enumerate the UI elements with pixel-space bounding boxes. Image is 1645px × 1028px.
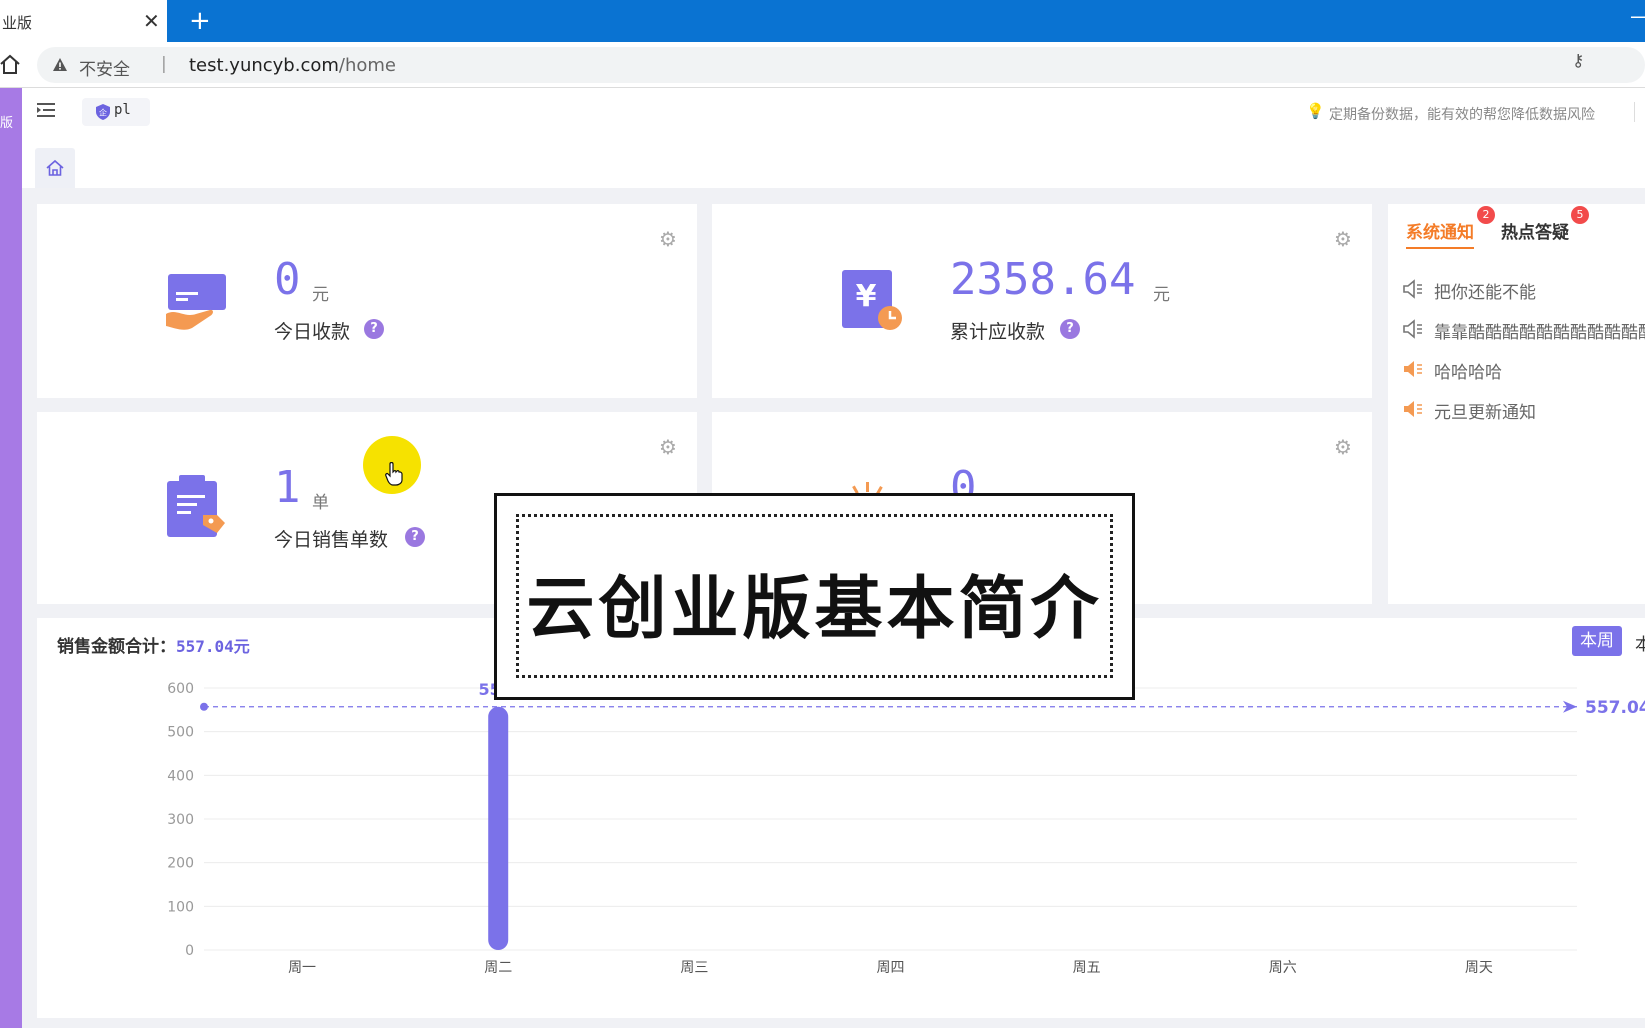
notice-count-badge: 2 [1477,206,1495,224]
bulb-icon: 💡 [1306,102,1325,120]
x-tick-label: 周五 [1073,960,1101,976]
address-bar: 不安全 | test.yuncyb.com/home ⚷ [0,42,1645,88]
y-tick-label: 400 [167,768,194,784]
url-path: /home [338,55,396,76]
notice-item[interactable]: 靠靠酷酷酷酷酷酷酷酷酷酷酷 [1402,316,1645,343]
stat-label: 今日收款 [274,321,351,343]
browser-tab[interactable]: 业版 ✕ [0,0,167,42]
wallet-hand-icon [166,274,226,330]
y-tick-label: 600 [167,681,194,697]
top-nav: 企 pl 💡 定期备份数据，能有效的帮您降低数据风险 [22,88,1645,138]
sales-total-label: 销售金额合计：557.04元 [57,632,250,657]
speaker-filled-icon [1404,401,1422,417]
tab-system-notice[interactable]: 系统通知 [1406,218,1474,249]
qa-count-badge: 5 [1571,206,1589,224]
key-icon[interactable]: ⚷ [1572,51,1584,71]
notice-item[interactable]: 哈哈哈哈 [1402,356,1645,383]
sidebar-label[interactable]: 版 [0,112,13,131]
warning-icon[interactable] [52,57,68,73]
speaker-outline-icon [1403,279,1422,299]
sidebar: 版 [0,88,22,1028]
company-name: pl [114,102,131,118]
caption-dotted-frame: 云创业版基本简介 [516,514,1113,678]
notice-text: 哈哈哈哈 [1434,363,1502,383]
y-tick-label: 0 [185,943,194,959]
stat-unit: 元 [1153,285,1170,305]
stat-value: 2358.64 [950,254,1136,305]
notice-item[interactable]: 元旦更新通知 [1402,396,1645,423]
speaker-outline-icon [1403,319,1422,339]
notice-panel: 系统通知 2 热点答疑 5 把你还能不能 靠靠酷酷酷酷酷酷酷酷酷酷酷 哈哈哈哈 … [1388,204,1645,604]
period-this-week-button[interactable]: 本周 [1572,626,1622,656]
yen-clock-icon: ¥ [842,270,902,330]
url-text[interactable]: test.yuncyb.com/home [189,55,396,76]
y-tick-label: 500 [167,725,194,741]
home-icon[interactable] [0,53,20,75]
clipboard-tag-icon [167,475,225,537]
period-next-button[interactable]: 本 [1635,630,1645,655]
help-icon[interactable]: ? [364,319,384,339]
stat-unit: 单 [312,493,329,513]
stat-card-receivable: ⚙ ¥ 2358.64 元 累计应收款 ? [712,204,1372,398]
speaker-filled-icon [1404,361,1422,377]
company-chip[interactable]: 企 pl [82,98,150,126]
tab-close-icon[interactable]: ✕ [143,9,160,33]
stat-label: 累计应收款 [950,321,1046,343]
help-icon[interactable]: ? [405,527,425,547]
minimize-button[interactable]: — [1630,4,1645,28]
page-tabs [22,138,1645,188]
y-tick-label: 300 [167,812,194,828]
y-tick-label: 200 [167,856,194,872]
tab-title: 业版 [2,14,33,32]
bar [488,706,509,950]
hand-cursor-icon [385,462,403,486]
gear-icon[interactable]: ⚙ [1332,228,1354,250]
menu-fold-icon[interactable] [37,102,55,118]
sales-total-value: 557.04元 [176,637,250,656]
sales-title: 销售金额合计： [57,637,176,657]
x-tick-label: 周六 [1269,960,1297,976]
url-field[interactable]: 不安全 | test.yuncyb.com/home [37,47,1645,83]
backup-tip: 定期备份数据，能有效的帮您降低数据风险 [1329,107,1595,123]
gear-icon[interactable]: ⚙ [657,228,679,250]
x-tick-label: 周三 [680,960,708,976]
markline-start [200,702,208,711]
x-tick-label: 周一 [288,960,316,976]
stat-value: 0 [274,254,301,305]
notice-text: 元旦更新通知 [1434,403,1536,423]
video-caption-box: 云创业版基本简介 [494,493,1135,700]
gear-icon[interactable]: ⚙ [1332,436,1354,458]
insecure-label[interactable]: 不安全 [79,55,130,80]
tab-hot-qa[interactable]: 热点答疑 [1501,218,1569,243]
help-icon[interactable]: ? [1060,319,1080,339]
y-tick-label: 100 [167,899,194,915]
notice-item[interactable]: 把你还能不能 [1402,276,1645,303]
gear-icon[interactable]: ⚙ [657,436,679,458]
url-separator: | [161,54,167,74]
nav-divider [1634,102,1635,122]
stat-unit: 元 [312,285,329,305]
x-tick-label: 周天 [1465,960,1493,976]
svg-text:¥: ¥ [856,279,877,314]
company-shield-icon: 企 [96,104,110,120]
url-host: test.yuncyb.com [189,55,339,76]
notice-text: 把你还能不能 [1434,283,1536,303]
caption-text: 云创业版基本简介 [526,570,1103,649]
markline-label: 557.04 元 [1585,698,1645,718]
x-tick-label: 周四 [877,960,905,976]
stat-label: 今日销售单数 [274,529,389,551]
new-tab-button[interactable]: + [189,6,211,36]
browser-tabbar: 业版 ✕ + — [0,0,1645,42]
svg-text:企: 企 [99,108,107,118]
tab-home[interactable] [35,148,75,188]
x-tick-label: 周二 [484,960,512,976]
stat-value: 1 [274,462,301,513]
notice-text: 靠靠酷酷酷酷酷酷酷酷酷酷酷 [1434,323,1645,343]
home-icon [46,159,64,176]
stat-card-today-income: ⚙ 0 元 今日收款 ? [37,204,697,398]
sales-chart: 0100200300400500600周一周二周三周四周五周六周天557.557… [167,680,1645,976]
